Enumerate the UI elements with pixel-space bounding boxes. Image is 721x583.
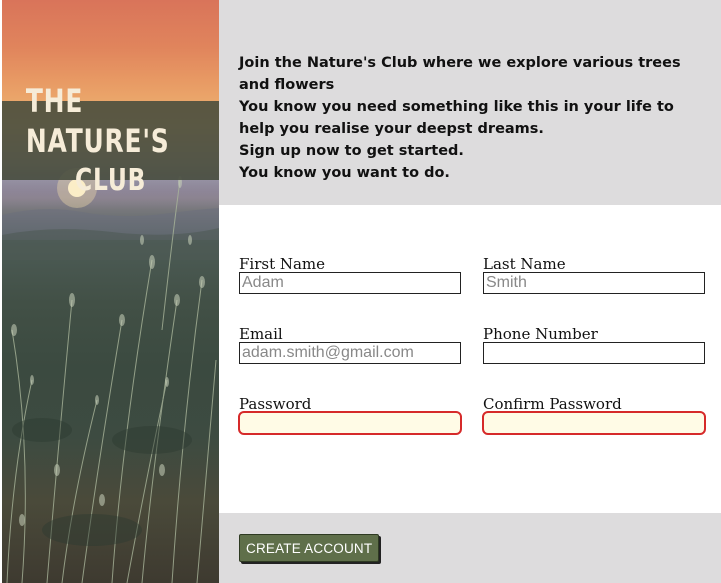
first-name-field: First Name [239,256,461,294]
intro-line: Sign up now to get started. [239,143,464,159]
last-name-label: Last Name [483,255,566,273]
confirm-password-field: Confirm Password [482,395,706,435]
intro-panel: Join the Nature's Club where we explore … [219,0,721,205]
email-label: Email [239,325,283,343]
phone-input[interactable] [483,342,705,364]
last-name-field: Last Name [483,256,705,294]
email-field: Email [239,326,461,364]
logo-line-1: THE NATURE'S [25,81,170,160]
logo-line-2: CLUB [74,162,147,198]
email-input[interactable] [239,342,461,364]
form-footer: CREATE ACCOUNT [219,513,721,583]
intro-text: Join the Nature's Club where we explore … [239,52,709,184]
confirm-password-input[interactable] [482,411,706,435]
create-account-button[interactable]: CREATE ACCOUNT [239,534,380,562]
phone-field: Phone Number [483,326,705,364]
signup-form: First Name Last Name Email Phone Number … [219,205,721,513]
last-name-input[interactable] [483,272,705,294]
intro-line: You know you want to do. [239,165,450,181]
first-name-input[interactable] [239,272,461,294]
intro-line: Join the Nature's Club where we explore … [239,55,681,93]
password-field: Password [238,395,462,435]
club-logo: THE NATURE'S CLUB [2,82,219,198]
hero-image: THE NATURE'S CLUB [2,0,219,583]
first-name-label: First Name [239,255,326,273]
password-label: Password [239,395,312,413]
password-input[interactable] [238,411,462,435]
intro-line: You know you need something like this in… [239,99,674,137]
confirm-password-label: Confirm Password [483,395,622,413]
phone-label: Phone Number [483,325,598,343]
